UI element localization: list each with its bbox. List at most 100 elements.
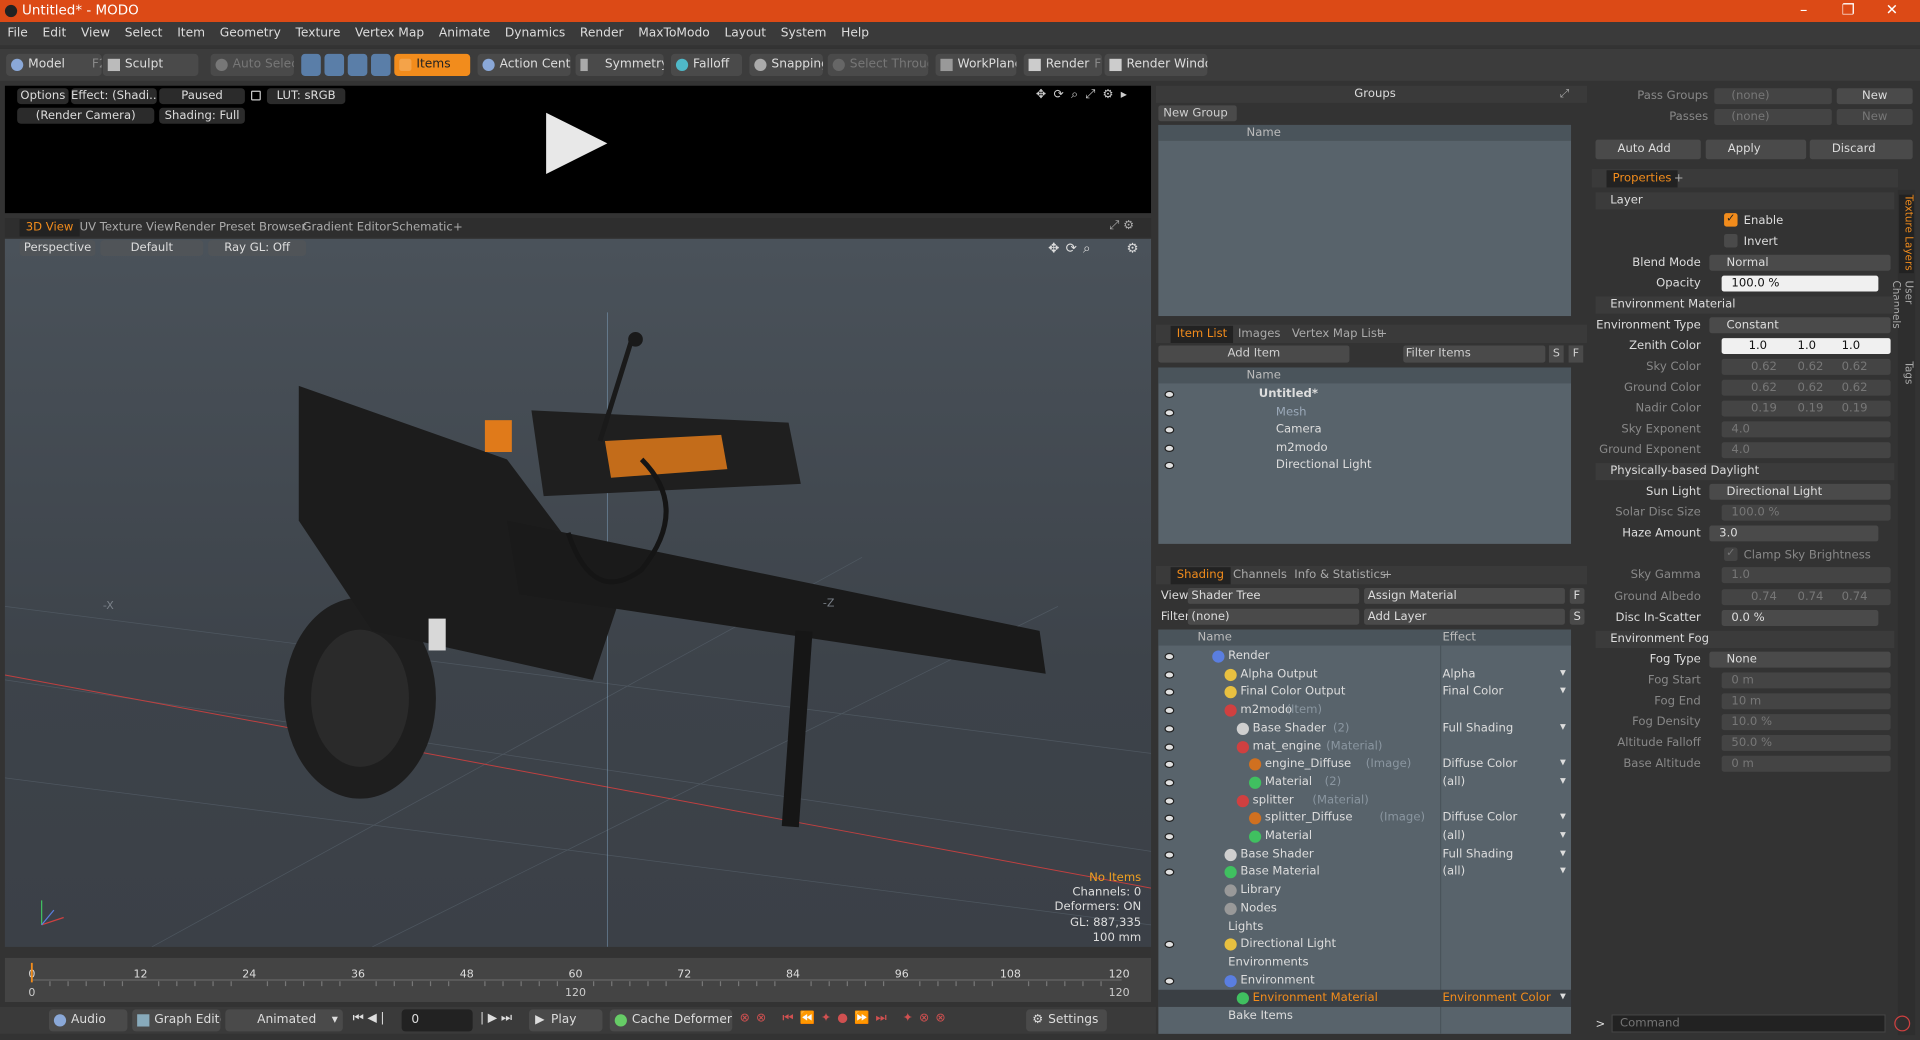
shader-tree-row[interactable]: Material (all) ▾ <box>1158 828 1571 845</box>
visibility-eye-icon[interactable] <box>1164 850 1175 859</box>
menu-file[interactable]: File <box>0 22 35 45</box>
play-icon[interactable] <box>541 110 612 181</box>
shader-item-effect[interactable]: Diffuse Color <box>1442 811 1517 824</box>
visibility-eye-icon[interactable] <box>1164 796 1175 805</box>
shader-item-effect[interactable]: (all) <box>1442 829 1465 842</box>
base-altitude-field[interactable]: 0 m <box>1721 755 1891 772</box>
edges-mode-icon[interactable] <box>324 53 345 76</box>
chevron-down-icon[interactable]: ▾ <box>1560 684 1566 697</box>
filter-items-field[interactable]: Filter Items <box>1403 345 1546 363</box>
disc-in-scatter-field[interactable]: 0.0 % <box>1721 610 1879 626</box>
item-list-row[interactable]: Untitled* <box>1158 386 1571 403</box>
preview-lut-dropdown[interactable]: LUT: sRGB <box>266 88 346 105</box>
visibility-eye-icon[interactable] <box>1164 977 1175 985</box>
tab-uv-texture-view[interactable]: UV Texture View <box>73 219 179 236</box>
shader-tree-row[interactable]: Final Color Output Final Color ▾ <box>1158 684 1571 701</box>
shader-tree-row[interactable]: Base Shader (2) Full Shading ▾ <box>1158 720 1571 737</box>
tab-render-preset-browser[interactable]: Render Preset Browser <box>168 219 312 236</box>
add-item-dropdown[interactable]: Add Item <box>1158 345 1350 363</box>
visibility-eye-icon[interactable] <box>1164 760 1175 769</box>
transport-back-icons[interactable]: ⏮◀| <box>353 1012 389 1025</box>
shader-tree-row[interactable]: splitter (Material) <box>1158 792 1571 809</box>
menu-select[interactable]: Select <box>117 22 169 45</box>
viewport-expand-icon[interactable]: ⤢ ⚙ <box>1109 219 1134 232</box>
polygons-mode-icon[interactable] <box>347 53 368 76</box>
itemlist-f-button[interactable]: F <box>1568 345 1584 363</box>
preview-paused-button[interactable]: Paused <box>159 88 245 105</box>
nadir-color-field[interactable]: 0.19 0.19 0.19 <box>1721 400 1891 417</box>
visibility-eye-icon[interactable] <box>1164 652 1175 661</box>
menu-help[interactable]: Help <box>834 22 877 45</box>
menu-render[interactable]: Render <box>573 22 631 45</box>
menu-geometry[interactable]: Geometry <box>212 22 288 45</box>
3d-viewport[interactable]: Perspective Default Ray GL: Off ✥⟳⌕ ⚙ -X… <box>4 238 1152 947</box>
filter-dropdown[interactable]: (none) <box>1187 608 1360 625</box>
view-dropdown[interactable]: Shader Tree <box>1187 587 1360 604</box>
chevron-down-icon[interactable]: ▾ <box>1560 774 1566 787</box>
chevron-down-icon[interactable]: ▾ <box>1560 828 1566 841</box>
cache-deformers-button[interactable]: Cache Deformers <box>609 1009 733 1032</box>
visibility-eye-icon[interactable] <box>1164 462 1175 470</box>
section-environment-fog[interactable]: Environment Fog <box>1595 630 1895 649</box>
shader-tree-row[interactable]: Material (2) (all) ▾ <box>1158 774 1571 791</box>
sky-gamma-field[interactable]: 1.0 <box>1721 567 1891 584</box>
itemlist-s-button[interactable]: S <box>1548 345 1564 363</box>
fog-start-field[interactable]: 0 m <box>1721 672 1891 689</box>
preview-view-controls-icon[interactable]: ✥⟳⌕⤢⚙▸ <box>1036 88 1134 101</box>
animated-dropdown[interactable]: Animated ▾ <box>225 1009 343 1032</box>
shader-tree[interactable]: Name Effect Render Alpha Output Alpha ▾ Fina… <box>1158 629 1572 1034</box>
shader-item-effect[interactable]: (all) <box>1442 865 1465 878</box>
audio-button[interactable]: Audio <box>48 1009 128 1032</box>
render-window-button[interactable]: Render Window <box>1104 53 1208 76</box>
chevron-down-icon[interactable]: ▾ <box>1560 990 1566 1003</box>
preview-effect-dropdown[interactable]: Effect: (Shadi... <box>71 88 157 105</box>
auto-add-button[interactable]: Auto Add <box>1595 139 1701 160</box>
visibility-eye-icon[interactable] <box>1164 390 1175 399</box>
visibility-eye-icon[interactable] <box>1164 941 1175 949</box>
materials-mode-icon[interactable] <box>371 53 391 76</box>
menu-layout[interactable]: Layout <box>717 22 773 45</box>
settings-button[interactable]: ⚙ Settings <box>1026 1009 1107 1032</box>
invert-checkbox[interactable] <box>1724 233 1738 248</box>
auto-select-button[interactable]: Auto Select <box>210 53 294 76</box>
shader-item-effect[interactable]: (all) <box>1442 775 1465 788</box>
tab-shading[interactable]: Shading <box>1170 567 1231 585</box>
shader-item-effect[interactable]: Environment Color <box>1442 991 1550 1004</box>
shader-item-effect[interactable]: Diffuse Color <box>1442 757 1517 770</box>
timeline[interactable]: 012243648607284961081200120120 <box>4 957 1152 1003</box>
chevron-down-icon[interactable]: ▾ <box>1560 864 1566 877</box>
shader-tree-row[interactable]: Nodes <box>1158 900 1571 917</box>
render-button[interactable]: RenderF9 <box>1023 53 1103 76</box>
new-group-button[interactable]: New Group <box>1158 105 1237 122</box>
chevron-down-icon[interactable]: ▾ <box>1560 846 1566 859</box>
section-layer[interactable]: Layer <box>1595 192 1895 210</box>
symmetry-button[interactable]: Symmetry <box>575 53 664 76</box>
shader-tree-row[interactable]: Environment Material Environment Color ▾ <box>1158 990 1572 1008</box>
tab-tags[interactable]: Tags <box>1899 361 1914 398</box>
chevron-down-icon[interactable]: ▾ <box>1560 756 1566 769</box>
item-list-row[interactable]: Camera <box>1158 422 1571 439</box>
tab-images[interactable]: Images <box>1232 326 1287 343</box>
passes-dropdown[interactable]: (none) <box>1714 109 1832 125</box>
shader-tree-row[interactable]: Base Material (all) ▾ <box>1158 864 1571 881</box>
visibility-eye-icon[interactable] <box>1164 814 1175 823</box>
command-input[interactable] <box>1611 1014 1886 1033</box>
visibility-eye-icon[interactable] <box>1164 706 1175 715</box>
graph-editor-button[interactable]: Graph Editor <box>132 1009 221 1032</box>
shader-tree-row[interactable]: m2modo (Item) <box>1158 702 1571 719</box>
select-through-button[interactable]: Select Through <box>827 53 929 76</box>
items-mode-button[interactable]: Items <box>394 53 471 76</box>
menu-item[interactable]: Item <box>170 22 213 45</box>
tab-texture-layers[interactable]: Texture Layers <box>1899 194 1914 274</box>
discard-button[interactable]: Discard <box>1809 139 1913 160</box>
shader-tree-row[interactable]: splitter_Diffuse (Image) Diffuse Color ▾ <box>1158 810 1571 827</box>
workplane-button[interactable]: WorkPlane <box>935 53 1017 76</box>
sun-light-dropdown[interactable]: Directional Light <box>1709 483 1891 500</box>
blend-mode-dropdown[interactable]: Normal <box>1709 254 1891 271</box>
shader-tree-row[interactable]: Environments <box>1158 954 1571 971</box>
tab-3d-view[interactable]: 3D View <box>19 219 80 237</box>
ground-color-field[interactable]: 0.62 0.62 0.62 <box>1721 379 1891 396</box>
shader-item-effect[interactable]: Final Color <box>1442 685 1503 698</box>
menu-dynamics[interactable]: Dynamics <box>498 22 573 45</box>
minimize-button[interactable]: – <box>1800 1 1807 18</box>
